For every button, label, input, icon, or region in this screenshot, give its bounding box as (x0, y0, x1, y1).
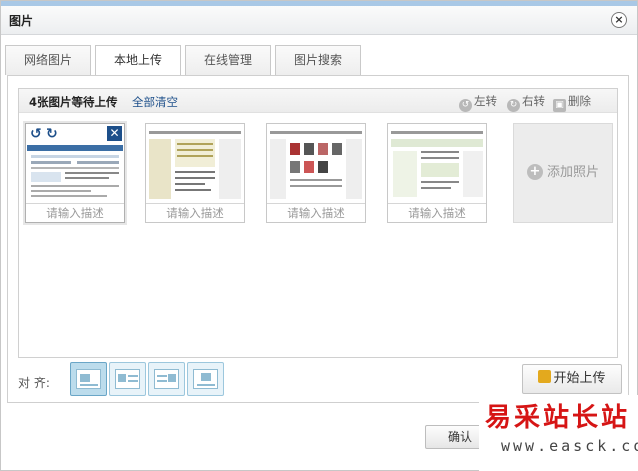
description-input[interactable]: 请输入描述 (388, 203, 486, 222)
align-left-icon (115, 369, 140, 389)
upload-panel: 4张图片等待上传 全部清空 ↺ 左转 ↻ 右转 ▣ 删除 ↺ ↻ ✕ 请输入描述… (7, 75, 629, 403)
align-center-icon (193, 369, 218, 389)
watermark-text: 易采站长站 (485, 403, 631, 433)
tab-image-search[interactable]: 图片搜索 (275, 45, 361, 75)
description-input[interactable]: 请输入描述 (267, 203, 365, 222)
rotate-left-button[interactable]: ↺ 左转 (459, 93, 497, 112)
delete-image-icon: ▣ (553, 99, 566, 112)
add-photo-label: 添加照片 (546, 165, 599, 180)
screenshot-preview (391, 131, 483, 197)
close-icon[interactable]: × (611, 12, 627, 28)
description-input[interactable]: 请输入描述 (146, 203, 244, 222)
image-thumbnail[interactable]: 请输入描述 (145, 123, 245, 223)
rotate-left-label: 左转 (474, 94, 497, 108)
delete-label: 删除 (568, 94, 591, 108)
add-photo-button[interactable]: + 添加照片 (513, 123, 613, 223)
align-left-button[interactable] (109, 362, 146, 396)
align-center-button[interactable] (187, 362, 224, 396)
rotate-right-label: 右转 (522, 94, 545, 108)
align-right-icon (154, 369, 179, 389)
delete-button[interactable]: ▣ 删除 (553, 93, 591, 112)
align-right-button[interactable] (148, 362, 185, 396)
rotate-left-icon: ↺ (459, 99, 472, 112)
align-default-button[interactable] (70, 362, 107, 396)
thumbnail-image (147, 125, 243, 203)
tab-online-manage[interactable]: 在线管理 (185, 45, 271, 75)
dialog-title: 图片 (9, 14, 34, 28)
image-thumbnail[interactable]: 请输入描述 (387, 123, 487, 223)
image-thumbnail[interactable]: 请输入描述 (266, 123, 366, 223)
dialog-titlebar: 图片 × (1, 1, 637, 35)
start-upload-button[interactable]: 开始上传 (522, 364, 622, 394)
image-dialog: 图片 × 网络图片 本地上传 在线管理 图片搜索 4张图片等待上传 全部清空 ↺… (0, 0, 638, 471)
tab-local-upload[interactable]: 本地上传 (95, 45, 181, 76)
upload-icon (538, 370, 552, 383)
tab-web-image[interactable]: 网络图片 (5, 45, 91, 75)
align-label: 对 齐: (18, 376, 50, 390)
watermark: 易采站长站 www.easck.com (479, 395, 638, 471)
thumbnail-image (268, 125, 364, 203)
rotate-right-icon[interactable]: ↻ (46, 126, 58, 142)
watermark-url: www.easck.com (501, 437, 638, 455)
upload-status: 4张图片等待上传 (29, 95, 118, 109)
description-input[interactable]: 请输入描述 (26, 203, 124, 222)
upload-header: 4张图片等待上传 全部清空 ↺ 左转 ↻ 右转 ▣ 删除 (19, 89, 617, 113)
image-thumbnail[interactable]: ↺ ↻ ✕ 请输入描述 (25, 123, 125, 223)
rotate-right-button[interactable]: ↻ 右转 (507, 93, 545, 112)
remove-icon[interactable]: ✕ (107, 126, 122, 141)
upload-area: 4张图片等待上传 全部清空 ↺ 左转 ↻ 右转 ▣ 删除 ↺ ↻ ✕ 请输入描述… (18, 88, 618, 358)
screenshot-preview (149, 131, 241, 199)
plus-icon: + (526, 164, 543, 180)
rotate-right-icon: ↻ (507, 99, 520, 112)
thumbnail-image (389, 125, 485, 203)
start-upload-label: 开始上传 (553, 371, 606, 386)
clear-all-link[interactable]: 全部清空 (132, 94, 178, 110)
screenshot-preview (270, 131, 362, 199)
align-default-icon (76, 369, 101, 389)
rotate-left-icon[interactable]: ↺ (30, 126, 42, 142)
